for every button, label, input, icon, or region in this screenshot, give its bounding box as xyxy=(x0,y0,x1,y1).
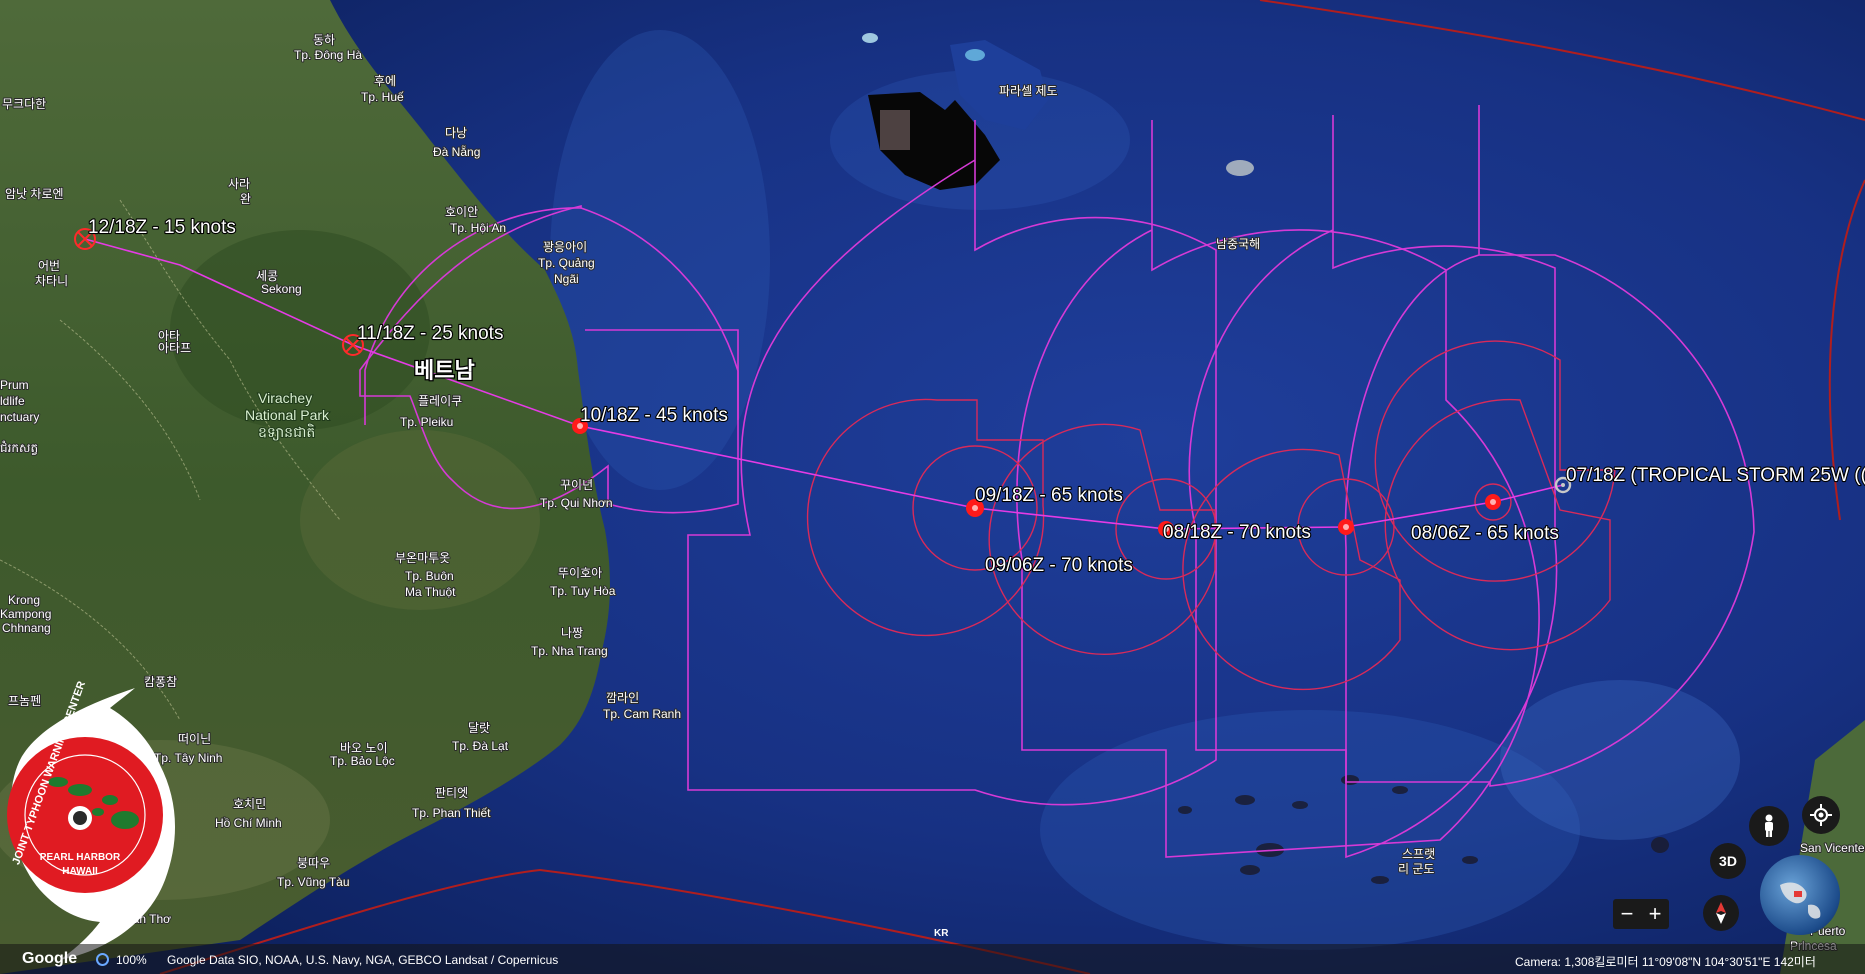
track-label-12-18z: 12/18Z - 15 knots xyxy=(88,217,236,238)
svg-text:차타니: 차타니 xyxy=(35,274,68,288)
track-label-10-18z: 10/18Z - 45 knots xyxy=(580,405,728,426)
svg-text:Tp. Tây Ninh: Tp. Tây Ninh xyxy=(154,751,222,765)
park-label-2: National Park xyxy=(245,407,330,423)
zoom-out-button[interactable]: − xyxy=(1613,899,1641,929)
svg-text:Tp. Phan Thiết: Tp. Phan Thiết xyxy=(412,806,491,820)
svg-text:Ngãi: Ngãi xyxy=(554,272,579,286)
svg-text:Tp. Huế: Tp. Huế xyxy=(361,90,404,104)
svg-text:리 군도: 리 군도 xyxy=(1398,862,1434,876)
svg-text:꾸이년: 꾸이년 xyxy=(560,478,593,492)
svg-text:후에: 후에 xyxy=(374,74,396,88)
svg-text:플레이쿠: 플레이쿠 xyxy=(418,394,462,408)
svg-text:Tp. Quảng: Tp. Quảng xyxy=(538,256,595,270)
shallow-shelf xyxy=(1040,710,1580,950)
load-percent: 100% xyxy=(116,953,147,967)
svg-text:Ma Thuột: Ma Thuột xyxy=(405,585,456,599)
compass-icon xyxy=(1716,902,1726,924)
svg-text:무크다한: 무크다한 xyxy=(2,97,46,111)
svg-text:Đà Nẵng: Đà Nẵng xyxy=(433,144,480,159)
svg-text:나짱: 나짱 xyxy=(561,626,583,640)
globe-icon xyxy=(1780,882,1821,919)
svg-text:Tp. Đông Hà: Tp. Đông Hà xyxy=(294,48,362,62)
loading-ring-icon xyxy=(96,953,109,966)
park-label-khmer: ឧទ្យានជាតិ xyxy=(258,423,315,441)
svg-text:Hồ Chí Minh: Hồ Chí Minh xyxy=(215,816,282,830)
shallow-shelf xyxy=(1500,680,1740,840)
zoom-controls[interactable]: − + xyxy=(1613,899,1669,929)
svg-text:Krong: Krong xyxy=(8,593,40,607)
locate-icon xyxy=(1810,804,1832,826)
track-label-11-18z: 11/18Z - 25 knots xyxy=(357,323,503,344)
svg-text:호치민: 호치민 xyxy=(233,797,266,811)
map-tag: KR xyxy=(934,928,949,939)
country-label-vietnam: 베트남 xyxy=(414,359,475,384)
svg-text:스프랫: 스프랫 xyxy=(1402,847,1435,861)
svg-text:호이안: 호이안 xyxy=(445,205,478,219)
zoom-in-button[interactable]: + xyxy=(1641,899,1669,929)
3d-toggle-button[interactable]: 3D xyxy=(1710,843,1746,879)
svg-text:사라: 사라 xyxy=(228,177,250,191)
svg-text:Tp. Pleiku: Tp. Pleiku xyxy=(400,415,453,429)
storm-marker-08-18z xyxy=(1338,519,1354,535)
logo-location-1: PEARL HARBOR xyxy=(40,852,121,863)
svg-text:Tp. Buôn: Tp. Buôn xyxy=(405,569,454,583)
svg-text:Tp. Nha Trang: Tp. Nha Trang xyxy=(531,644,608,658)
svg-text:어번: 어번 xyxy=(38,259,60,273)
svg-text:Sekong: Sekong xyxy=(261,282,302,296)
track-label-09-18z: 09/18Z - 65 knots xyxy=(975,485,1123,506)
svg-text:nctuary: nctuary xyxy=(0,410,39,424)
plateau xyxy=(300,430,540,610)
svg-text:바오 노이: 바오 노이 xyxy=(340,741,388,755)
svg-text:프놈펜: 프놈펜 xyxy=(8,694,41,708)
pegman-icon xyxy=(1765,814,1773,837)
svg-text:San Vicente: San Vicente xyxy=(1800,841,1865,855)
svg-text:판티엣: 판티엣 xyxy=(435,786,468,800)
globe-view-button[interactable] xyxy=(1760,855,1840,935)
camera-readout: Camera: 1,308킬로미터 11°09'08"N 104°30'51"E… xyxy=(1515,955,1816,969)
svg-text:Tp. Cam Ranh: Tp. Cam Ranh xyxy=(603,707,681,721)
street-view-pegman-button[interactable] xyxy=(1749,806,1789,846)
svg-text:Chhnang: Chhnang xyxy=(2,621,51,635)
compass-button[interactable] xyxy=(1703,895,1739,931)
track-label-07-18z: 07/18Z (TROPICAL STORM 25W (( xyxy=(1566,465,1865,486)
svg-text:뚜이호아: 뚜이호아 xyxy=(558,566,602,580)
svg-text:꽝응아이: 꽝응아이 xyxy=(543,240,587,254)
svg-text:Prum: Prum xyxy=(0,378,29,392)
svg-text:ldlife: ldlife xyxy=(0,394,25,408)
svg-text:다낭: 다낭 xyxy=(445,126,467,140)
svg-text:Tp. Hội An: Tp. Hội An xyxy=(450,221,506,235)
svg-text:달랏: 달랏 xyxy=(468,721,490,735)
track-label-08-06z: 08/06Z - 65 knots xyxy=(1411,523,1559,544)
svg-text:떠이닌: 떠이닌 xyxy=(178,732,211,746)
svg-text:파라셀 제도: 파라셀 제도 xyxy=(999,84,1058,98)
svg-text:암낫 차로엔: 암낫 차로엔 xyxy=(5,187,64,201)
svg-text:완: 완 xyxy=(240,192,251,206)
svg-text:붕따우: 붕따우 xyxy=(297,856,330,870)
svg-text:Tp. Qui Nhơn: Tp. Qui Nhơn xyxy=(540,496,613,510)
svg-text:남중국해: 남중국해 xyxy=(1216,237,1260,251)
track-label-08-18z: 08/18Z - 70 knots xyxy=(1163,522,1311,543)
status-bar: Google 100% Google Data SIO, NOAA, U.S. … xyxy=(0,944,1865,974)
svg-text:아타프: 아타프 xyxy=(158,341,191,355)
svg-text:Tp. Bảo Lộc: Tp. Bảo Lộc xyxy=(330,754,395,768)
storm-marker-08-06z xyxy=(1485,494,1501,510)
svg-text:Kampong: Kampong xyxy=(0,607,51,621)
map-canvas[interactable]: 12/18Z - 15 knots 11/18Z - 25 knots 10/1… xyxy=(0,0,1865,974)
svg-text:ជំរកសត្វ: ជំរកសត្វ xyxy=(0,440,38,455)
svg-text:Tp. Tuy Hòa: Tp. Tuy Hòa xyxy=(550,584,616,598)
svg-text:부온마투옷: 부온마투옷 xyxy=(395,551,450,565)
svg-text:Tp. Vũng Tàu: Tp. Vũng Tàu xyxy=(277,875,350,889)
svg-text:동하: 동하 xyxy=(313,33,335,47)
svg-text:세콩: 세콩 xyxy=(256,269,278,283)
svg-text:깜라인: 깜라인 xyxy=(606,691,639,705)
map-viewer[interactable]: 12/18Z - 15 knots 11/18Z - 25 knots 10/1… xyxy=(0,0,1865,974)
svg-text:캄퐁참: 캄퐁참 xyxy=(144,675,177,689)
google-brand: Google xyxy=(22,950,78,967)
attribution-text[interactable]: Google Data SIO, NOAA, U.S. Navy, NGA, G… xyxy=(167,953,558,967)
park-label-1: Virachey xyxy=(258,390,312,406)
logo-location-2: HAWAII xyxy=(62,866,98,877)
track-label-09-06z: 09/06Z - 70 knots xyxy=(985,555,1133,576)
svg-text:Tp. Đà Lạt: Tp. Đà Lạt xyxy=(452,739,509,753)
my-location-button[interactable] xyxy=(1802,796,1840,834)
